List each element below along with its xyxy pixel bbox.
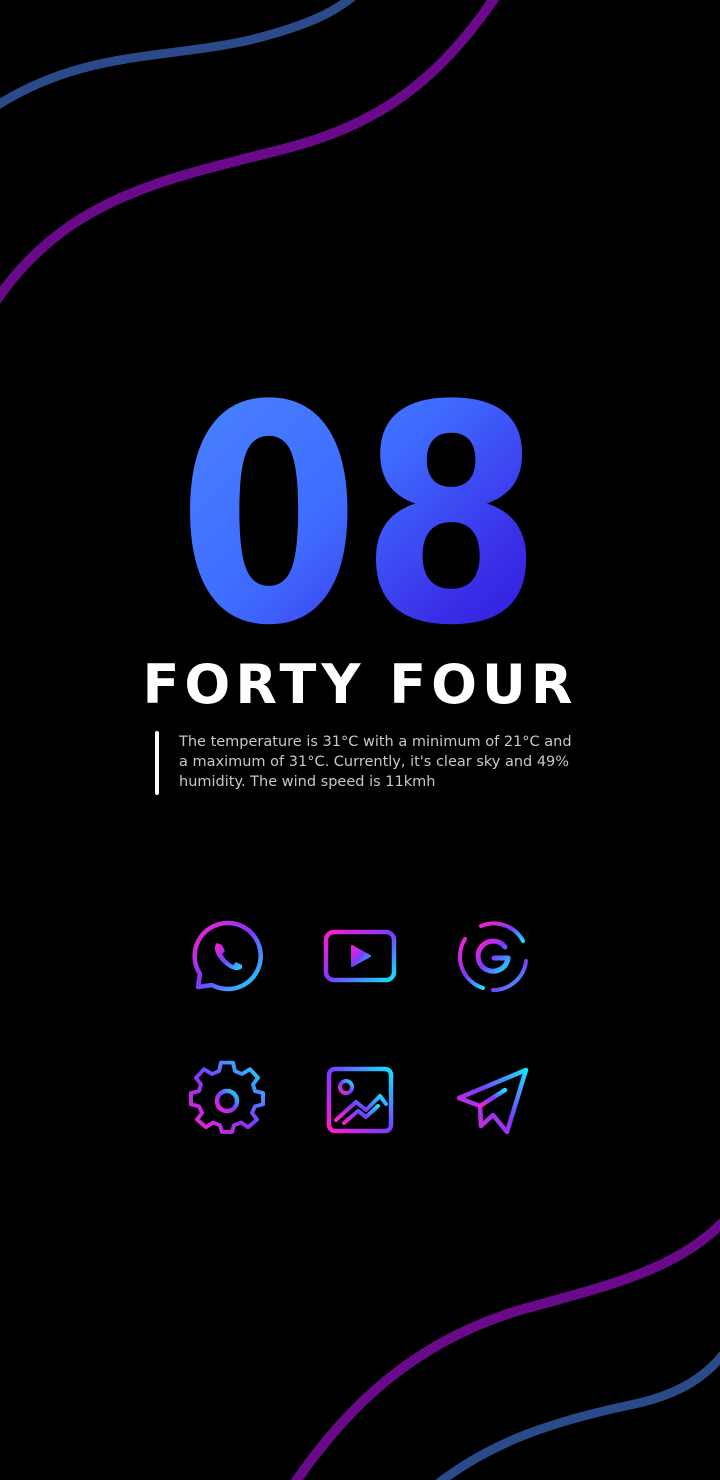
app-gallery[interactable]	[293, 1033, 427, 1167]
clock-hour-digits: 08	[178, 395, 543, 635]
weather-summary[interactable]: The temperature is 31°C with a minimum o…	[155, 731, 575, 795]
google-icon	[457, 921, 528, 993]
weather-accent-bar	[155, 731, 159, 795]
telegram-icon	[456, 1067, 529, 1135]
clock-hour[interactable]: 08	[0, 395, 720, 635]
app-whatsapp[interactable]	[160, 890, 294, 1024]
app-google[interactable]	[426, 890, 560, 1024]
settings-icon	[189, 1060, 265, 1134]
app-settings[interactable]	[160, 1033, 294, 1167]
weather-text: The temperature is 31°C with a minimum o…	[179, 734, 572, 790]
youtube-icon	[323, 929, 397, 983]
wave-top-blue	[0, 0, 356, 110]
wave-bottom-blue	[435, 1351, 720, 1480]
clock-minutes-words[interactable]: FORTY FOUR	[0, 650, 720, 720]
whatsapp-icon	[192, 920, 263, 992]
app-grid	[160, 890, 560, 1180]
app-youtube[interactable]	[293, 890, 427, 1024]
app-telegram[interactable]	[426, 1033, 560, 1167]
wave-top-purple	[0, 0, 500, 305]
gallery-icon	[326, 1066, 394, 1134]
